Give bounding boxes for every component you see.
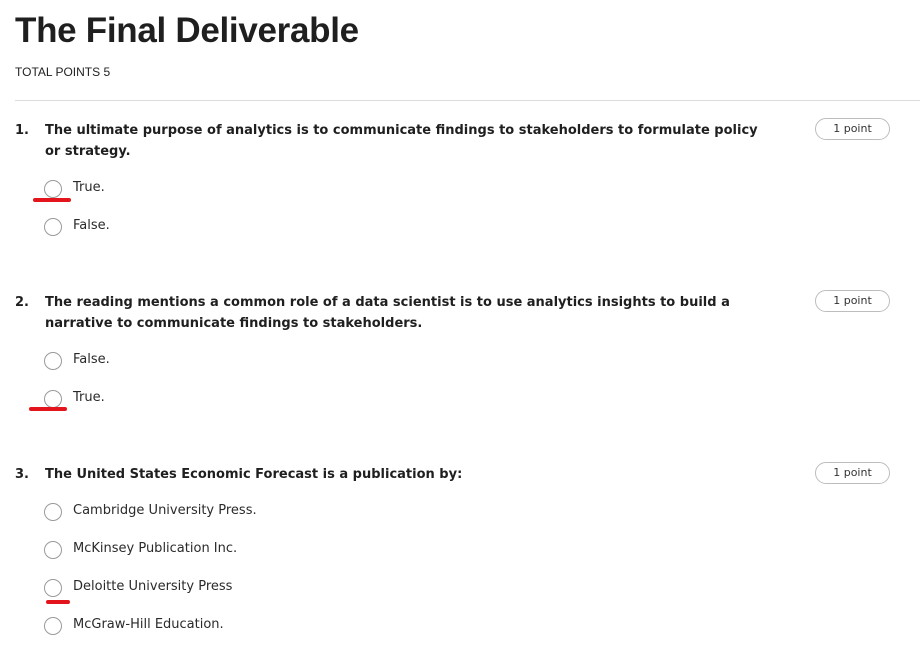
question-text: The United States Economic Forecast is a… — [45, 467, 463, 482]
option-label: Cambridge University Press. — [73, 503, 257, 518]
page-title: The Final Deliverable — [15, 11, 359, 50]
option-label: True. — [73, 390, 105, 405]
divider — [15, 100, 920, 101]
radio-button[interactable] — [44, 503, 62, 521]
points-badge: 1 point — [815, 118, 890, 140]
points-badge: 1 point — [815, 290, 890, 312]
radio-button[interactable] — [44, 541, 62, 559]
option-label: False. — [73, 352, 110, 367]
option-label: McGraw-Hill Education. — [73, 617, 224, 632]
question-text: The reading mentions a common role of a … — [45, 295, 730, 331]
red-underline-mark — [33, 198, 71, 202]
option-label: McKinsey Publication Inc. — [73, 541, 238, 556]
question-number: 2. — [15, 295, 29, 310]
radio-button[interactable] — [44, 617, 62, 635]
radio-button[interactable] — [44, 579, 62, 597]
total-points: TOTAL POINTS 5 — [15, 65, 111, 79]
radio-button[interactable] — [44, 218, 62, 236]
red-underline-mark — [46, 600, 70, 604]
radio-button[interactable] — [44, 180, 62, 198]
option-label: Deloitte University Press — [73, 579, 233, 594]
points-badge: 1 point — [815, 462, 890, 484]
red-underline-mark — [29, 407, 67, 411]
question-number: 1. — [15, 123, 29, 138]
radio-button[interactable] — [44, 390, 62, 408]
question-number: 3. — [15, 467, 29, 482]
question-text: The ultimate purpose of analytics is to … — [45, 123, 758, 159]
option-label: False. — [73, 218, 110, 233]
radio-button[interactable] — [44, 352, 62, 370]
option-label: True. — [73, 180, 105, 195]
